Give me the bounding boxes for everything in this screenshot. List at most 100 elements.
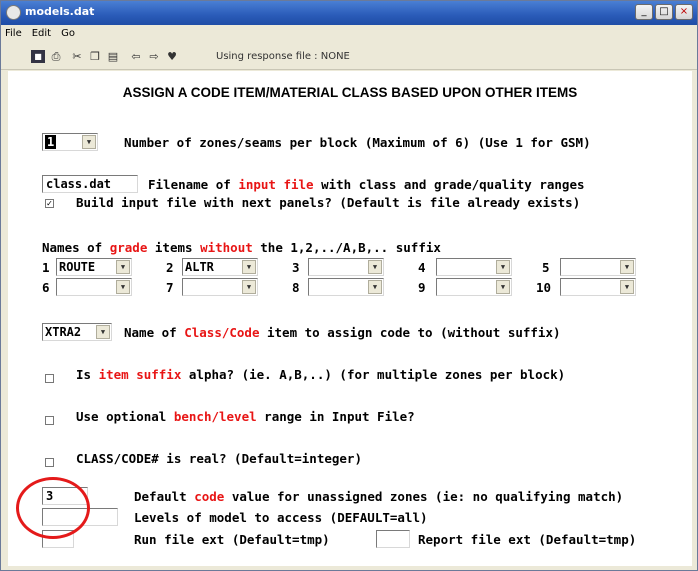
grade-slot-number: 6 [42,280,50,295]
bench-level-label-pre: Use optional [76,409,174,424]
chevron-down-icon[interactable]: ▼ [96,325,110,339]
grade-slot-number: 1 [42,260,50,275]
grade-slot-number: 9 [418,280,426,295]
forward-arrow-icon[interactable]: ⇨ [147,50,161,63]
class-real-label: CLASS/CODE# is real? (Default=integer) [76,451,362,466]
bench-level-label-post: range in Input File? [256,409,415,424]
print-icon[interactable]: ⎙ [49,50,63,63]
menu-go[interactable]: Go [61,28,75,39]
chevron-down-icon[interactable]: ▼ [496,280,510,294]
grade-slot-number: 3 [292,260,300,275]
chevron-down-icon[interactable]: ▼ [242,280,256,294]
maximize-button[interactable]: □ [655,4,673,20]
form-panel: ASSIGN A CODE ITEM/MATERIAL CLASS BASED … [8,71,692,566]
class-code-label: Name of Class/Code item to assign code t… [124,325,561,340]
grade-item-select-9[interactable]: ▼ [436,278,512,296]
grade-item-select-5[interactable]: ▼ [560,258,636,276]
chevron-down-icon[interactable]: ▼ [116,260,130,274]
grade-item-select-4[interactable]: ▼ [436,258,512,276]
help-icon[interactable]: ♥ [165,50,179,63]
toolbar: ■ ⎙ ✂ ❐ ▤ ⇦ ⇨ ♥ Using response file : NO… [1,42,697,70]
class-real-checkbox[interactable] [45,458,54,467]
menu-bar: File Edit Go [1,25,697,42]
grade-item-select-10[interactable]: ▼ [560,278,636,296]
chevron-down-icon[interactable]: ▼ [620,280,634,294]
grade-item-value: ROUTE [59,260,96,274]
copy-icon[interactable]: ❐ [88,50,102,63]
default-code-label-post: value for unassigned zones (ie: no quali… [224,489,624,504]
class-code-label-pre: Name of [124,325,185,340]
app-icon [6,5,21,20]
default-code-label-pre: Default [134,489,195,504]
report-file-ext-label: Report file ext (Default=tmp) [418,532,637,547]
application-window: models.dat _ □ × File Edit Go ■ ⎙ ✂ ❐ ▤ … [0,0,698,571]
window-title: models.dat [25,5,95,18]
grade-item-select-7[interactable]: ▼ [182,278,258,296]
grade-label-part1: Names of [42,240,110,255]
chevron-down-icon[interactable]: ▼ [116,280,130,294]
filename-label-highlight: input file [238,177,314,192]
grade-label-highlight1: grade [109,240,148,255]
zones-select[interactable]: 1 ▼ [42,133,98,151]
item-suffix-label: Is item suffix alpha? (ie. A,B,..) (for … [76,367,565,382]
levels-label: Levels of model to access (DEFAULT=all) [134,510,428,525]
grade-slot-number: 8 [292,280,300,295]
paste-icon[interactable]: ▤ [106,50,120,63]
class-code-label-post: item to assign code to (without suffix) [259,325,561,340]
item-suffix-label-pre: Is [76,367,99,382]
menu-edit[interactable]: Edit [32,28,51,39]
chevron-down-icon[interactable]: ▼ [368,280,382,294]
grade-item-select-8[interactable]: ▼ [308,278,384,296]
chevron-down-icon[interactable]: ▼ [242,260,256,274]
filename-label-pre: Filename of [148,177,239,192]
grade-slot-number: 7 [166,280,174,295]
grade-slot-number: 5 [542,260,550,275]
zones-label: Number of zones/seams per block (Maximum… [124,135,591,150]
item-suffix-label-post: alpha? (ie. A,B,..) (for multiple zones … [181,367,566,382]
grade-item-select-2[interactable]: ALTR ▼ [182,258,258,276]
build-input-checkbox[interactable]: ✓ [45,199,54,208]
bench-level-checkbox[interactable] [45,416,54,425]
chevron-down-icon[interactable]: ▼ [496,260,510,274]
grade-item-select-1[interactable]: ROUTE ▼ [56,258,132,276]
run-file-ext-label: Run file ext (Default=tmp) [134,532,330,547]
report-file-ext-input[interactable] [376,530,410,548]
grade-label-highlight2: without [200,240,253,255]
panel-heading: ASSIGN A CODE ITEM/MATERIAL CLASS BASED … [122,85,578,100]
grade-item-select-6[interactable]: ▼ [56,278,132,296]
class-code-item-select[interactable]: XTRA2 ▼ [42,323,112,341]
bench-level-label: Use optional bench/level range in Input … [76,409,415,424]
grade-slot-number: 4 [418,260,426,275]
bench-level-label-highlight: bench/level [173,409,257,424]
annotation-circle [16,477,90,539]
response-file-status: Using response file : NONE [216,51,350,62]
grade-item-select-3[interactable]: ▼ [308,258,384,276]
menu-file[interactable]: File [5,28,22,39]
item-suffix-label-highlight: item suffix [98,367,182,382]
save-icon[interactable]: ■ [31,50,45,63]
window-controls: _ □ × [635,4,693,20]
chevron-down-icon[interactable]: ▼ [368,260,382,274]
title-bar[interactable]: models.dat _ □ × [1,1,697,25]
build-input-label: Build input file with next panels? (Defa… [76,195,581,210]
chevron-down-icon[interactable]: ▼ [620,260,634,274]
item-suffix-checkbox[interactable] [45,374,54,383]
grade-label-part2: items [147,240,201,255]
filename-label-post: with class and grade/quality ranges [313,177,585,192]
back-arrow-icon[interactable]: ⇦ [129,50,143,63]
grade-item-value: ALTR [185,260,214,274]
cut-icon[interactable]: ✂ [70,50,84,63]
close-button[interactable]: × [675,4,693,20]
filename-input[interactable]: class.dat [42,175,138,193]
grade-slot-number: 2 [166,260,174,275]
chevron-down-icon[interactable]: ▼ [82,135,96,149]
default-code-label: Default code value for unassigned zones … [134,489,623,504]
grade-items-label: Names of grade items without the 1,2,../… [42,240,441,255]
grade-slot-number: 10 [536,280,552,295]
grade-label-part3: the 1,2,../A,B,.. suffix [252,240,441,255]
minimize-button[interactable]: _ [635,4,653,20]
zones-select-value: 1 [45,135,57,149]
filename-label: Filename of input file with class and gr… [148,177,585,192]
default-code-label-highlight: code [194,489,225,504]
class-code-item-value: XTRA2 [45,325,82,339]
